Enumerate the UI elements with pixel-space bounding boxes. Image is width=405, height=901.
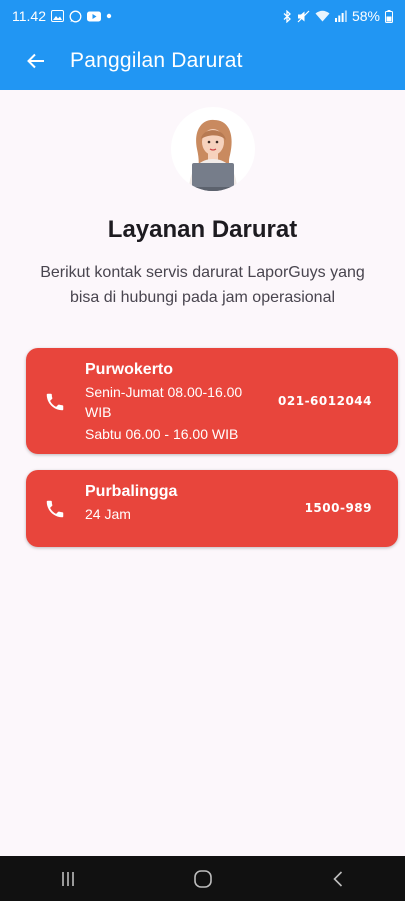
home-button[interactable] <box>173 856 233 901</box>
status-bar: 11.42 58% <box>0 0 405 32</box>
recent-apps-button[interactable] <box>38 856 98 901</box>
system-back-button[interactable] <box>308 856 368 901</box>
section-heading: Layanan Darurat <box>107 216 298 243</box>
gallery-notification-icon <box>51 10 64 22</box>
battery-icon <box>385 9 393 23</box>
home-icon <box>193 869 212 888</box>
chevron-left-icon <box>332 870 342 887</box>
battery-percentage: 58% <box>351 8 380 24</box>
avatar <box>171 107 255 191</box>
contact-city: Purbalingga <box>85 483 178 500</box>
wifi-icon <box>315 10 330 22</box>
contact-city: Purwokerto <box>85 361 174 378</box>
woman-with-laptop-illustration <box>189 119 237 191</box>
recent-apps-icon <box>61 871 74 886</box>
section-description: Berikut kontak servis darurat LaporGuys … <box>40 264 365 306</box>
contact-card-purbalingga[interactable]: Purbalingga 24 Jam 1500-989 <box>26 470 398 547</box>
whatsapp-notification-icon <box>69 10 82 23</box>
system-navigation-bar <box>0 856 405 901</box>
status-time: 11.42 <box>12 8 46 24</box>
signal-icon <box>334 10 347 22</box>
contact-phone-number: 021-6012044 <box>278 394 372 408</box>
youtube-notification-icon <box>87 11 101 22</box>
contact-hours-saturday: Sabtu 06.00 - 16.00 WIB <box>85 426 239 442</box>
contact-hours-weekday: Senin-Jumat 08.00-16.00 WIB <box>85 384 243 420</box>
more-notifications-dot-icon <box>106 13 112 19</box>
app-bar: Panggilan Darurat <box>0 32 405 90</box>
back-button[interactable] <box>16 41 56 81</box>
contact-info: Purbalingga 24 Jam <box>85 482 263 524</box>
phone-icon <box>46 393 64 411</box>
bluetooth-icon <box>282 9 292 23</box>
mute-icon <box>297 10 310 23</box>
contact-card-purwokerto[interactable]: Purwokerto Senin-Jumat 08.00-16.00 WIB S… <box>26 348 398 454</box>
contact-info: Purwokerto Senin-Jumat 08.00-16.00 WIB S… <box>85 360 263 444</box>
page-title: Panggilan Darurat <box>70 49 243 72</box>
contact-phone-number: 1500-989 <box>304 501 372 515</box>
contact-hours: 24 Jam <box>85 506 131 522</box>
arrow-back-icon <box>27 53 44 69</box>
phone-icon <box>46 500 64 518</box>
